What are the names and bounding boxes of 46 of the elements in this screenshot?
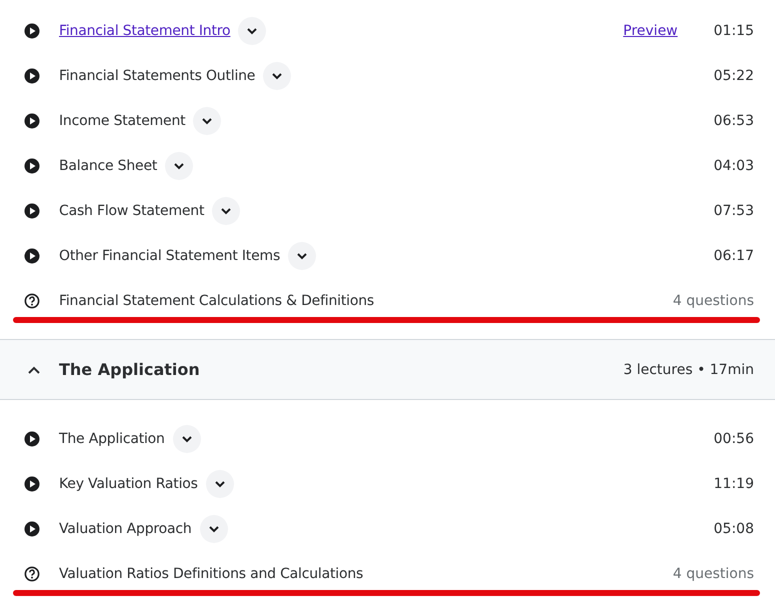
section-header[interactable]: The Application 3 lectures • 17min <box>0 339 775 400</box>
play-icon <box>24 202 40 218</box>
lecture-title: Other Financial Statement Items <box>59 248 280 264</box>
lecture-meta: 06:17 <box>714 248 754 264</box>
question-icon <box>24 566 40 582</box>
lecture-link[interactable]: Financial Statement Intro <box>59 22 230 38</box>
lecture-meta: 04:03 <box>714 158 754 174</box>
play-icon <box>24 68 40 84</box>
expand-button[interactable] <box>238 16 266 44</box>
play-icon <box>24 22 40 38</box>
lecture-title: Financial Statements Outline <box>59 68 256 84</box>
section-summary: 3 lectures • 17min <box>623 362 754 378</box>
expand-button[interactable] <box>172 424 201 452</box>
lecture-title: Cash Flow Statement <box>59 202 204 218</box>
lecture-title: Key Valuation Ratios <box>59 476 198 492</box>
expand-button[interactable] <box>165 152 194 180</box>
lecture-title: Income Statement <box>59 112 186 128</box>
lecture-title: Valuation Approach <box>59 520 192 536</box>
play-icon <box>24 476 40 492</box>
expand-button[interactable] <box>193 106 222 134</box>
preview-link[interactable]: Preview <box>623 22 678 38</box>
expand-button[interactable] <box>212 196 240 224</box>
expand-button[interactable] <box>200 514 228 542</box>
play-icon <box>24 248 40 264</box>
lecture-title: The Application <box>59 430 165 446</box>
expand-button[interactable] <box>263 62 292 90</box>
lecture-meta: 05:08 <box>714 520 754 536</box>
section-title: The Application <box>59 360 201 379</box>
play-icon <box>24 158 40 174</box>
lecture-title: Financial Statement Calculations & Definitions <box>59 292 374 308</box>
question-icon <box>24 292 40 308</box>
lecture-title: Valuation Ratios Definitions and Calculations <box>59 566 364 582</box>
play-icon <box>24 112 40 128</box>
lecture-meta: 05:22 <box>714 68 754 84</box>
lecture-meta: 01:15 <box>714 22 754 38</box>
lecture-title: Balance Sheet <box>59 158 158 174</box>
play-icon <box>24 520 40 536</box>
expand-button[interactable] <box>206 470 234 498</box>
lecture-meta: 00:56 <box>714 430 754 446</box>
lecture-meta: 4 questions <box>672 292 754 308</box>
play-icon <box>24 430 40 446</box>
lecture-meta: 06:53 <box>714 112 754 128</box>
lecture-meta: 4 questions <box>672 566 754 582</box>
expand-button[interactable] <box>288 242 316 270</box>
lecture-meta: 07:53 <box>714 202 754 218</box>
lecture-meta: 11:19 <box>714 476 754 492</box>
